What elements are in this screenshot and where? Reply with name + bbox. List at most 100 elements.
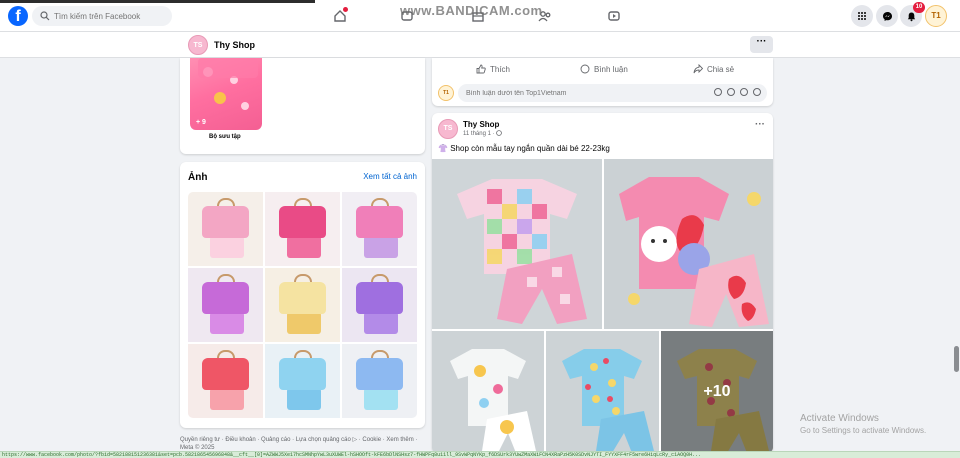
shorts-illustration [364, 388, 398, 410]
page-scrollbar[interactable] [953, 58, 960, 451]
notification-count-badge: 10 [913, 2, 925, 13]
commenter-avatar: T1 [438, 85, 454, 101]
comment-icon [580, 64, 590, 74]
shirt-illustration [202, 282, 249, 314]
photos-grid [188, 192, 417, 418]
more-photos-overlay[interactable]: +10 [661, 331, 773, 453]
white-pajama-illustration [432, 331, 544, 453]
shorts-illustration [364, 312, 398, 334]
scrollbar-thumb[interactable] [954, 346, 959, 372]
home-notification-dot [343, 7, 348, 12]
page-more-button[interactable]: ··· [750, 36, 773, 53]
search-box[interactable] [32, 6, 172, 26]
post-photo-5[interactable]: +10 [661, 331, 773, 453]
video-nav-button[interactable] [602, 4, 626, 28]
activate-title: Activate Windows [800, 413, 879, 424]
hanger-illustration [216, 350, 235, 358]
shirt-illustration [356, 282, 403, 314]
footer-links[interactable]: Quyền riêng tư · Điều khoản · Quảng cáo … [180, 436, 425, 452]
comment-button[interactable]: Bình luận [580, 64, 628, 74]
search-input[interactable] [54, 11, 164, 21]
window-edge-strip [0, 0, 315, 3]
hanger-illustration [293, 198, 312, 206]
post-author-name[interactable]: Thy Shop [463, 120, 499, 129]
photo-tile[interactable] [342, 268, 417, 342]
sticker-icon[interactable] [753, 88, 761, 96]
account-avatar[interactable]: T1 [925, 5, 947, 27]
hanger-illustration [293, 274, 312, 282]
strawberry-pajama-illustration [604, 159, 773, 329]
menu-button[interactable] [851, 5, 873, 27]
post-more-button[interactable]: ··· [755, 119, 765, 130]
globe-icon [496, 130, 503, 136]
photo-tile[interactable] [188, 344, 263, 418]
photo-tile[interactable] [342, 344, 417, 418]
feed-post: TS Thy Shop 11 tháng 1 · ··· 👚 Shop còn … [432, 113, 773, 453]
post-text: 👚 Shop còn mẫu tay ngắn quần dài bé 22-2… [438, 144, 610, 153]
like-button[interactable]: Thích [476, 64, 510, 74]
post-photo-3[interactable] [432, 331, 544, 453]
page-header-bar: TS Thy Shop ··· [0, 32, 960, 58]
post-author-avatar[interactable]: TS [438, 119, 458, 139]
share-icon [693, 64, 703, 74]
comment-tools [714, 88, 761, 96]
blue-pajama-illustration [546, 331, 659, 453]
shorts-illustration [210, 236, 244, 258]
messenger-button[interactable] [876, 5, 898, 27]
post-photo-1[interactable] [432, 159, 602, 329]
page-avatar[interactable]: TS [188, 35, 208, 55]
shirt-illustration [356, 358, 403, 390]
photos-section-title: Ảnh [188, 172, 208, 183]
collection-thumbnail[interactable]: + 9 [190, 58, 262, 130]
link-preview-status-bar: https://www.facebook.com/photo/?fbid=582… [0, 451, 960, 458]
comment-composer: T1 [438, 84, 767, 102]
photo-tile[interactable] [265, 192, 340, 266]
grid-menu-icon [858, 12, 866, 20]
photo-tile[interactable] [188, 192, 263, 266]
shirt-illustration [279, 358, 326, 390]
collection-count: + 9 [196, 119, 206, 126]
shirt-illustration [279, 282, 326, 314]
like-label: Thích [490, 64, 511, 74]
hanger-illustration [216, 274, 235, 282]
page-title[interactable]: Thy Shop [214, 40, 255, 50]
messenger-icon [882, 11, 892, 21]
photo-tile[interactable] [265, 344, 340, 418]
search-icon [40, 11, 50, 21]
checkered-pajama-illustration [432, 159, 602, 329]
emoji-icon[interactable] [727, 88, 735, 96]
post-time-text: 11 tháng 1 · [463, 131, 497, 137]
photo-tile[interactable] [342, 192, 417, 266]
comment-label: Bình luận [594, 64, 628, 74]
shorts-illustration [287, 312, 321, 334]
shorts-illustration [210, 312, 244, 334]
shorts-illustration [364, 236, 398, 258]
share-button[interactable]: Chia sẻ [693, 64, 734, 74]
top-navigation-bar: f www.BANDICAM.com 10 T1 [0, 0, 960, 32]
shirt-illustration [202, 358, 249, 390]
home-nav-button[interactable] [328, 4, 352, 28]
shorts-illustration [287, 388, 321, 410]
facebook-logo[interactable]: f [8, 6, 28, 26]
camera-icon[interactable] [740, 88, 748, 96]
photo-tile[interactable] [265, 268, 340, 342]
windows-activation-notice: Activate Windows Go to Settings to activ… [800, 413, 926, 435]
recording-watermark: www.BANDICAM.com [400, 3, 543, 18]
post-photo-4[interactable] [546, 331, 659, 453]
collection-label[interactable]: Bộ sưu tập [209, 134, 241, 140]
photo-tile[interactable] [188, 268, 263, 342]
post-timestamp[interactable]: 11 tháng 1 · [463, 130, 503, 137]
post-caption: Shop còn mẫu tay ngắn quần dài bé 22-23k… [450, 144, 610, 153]
hanger-illustration [216, 198, 235, 206]
shirt-emoji-icon: 👚 [438, 144, 448, 153]
collection-card: + 9 Bộ sưu tập [180, 58, 425, 154]
previous-post-actions: Thích Bình luận Chia sẻ T1 [432, 58, 773, 106]
hanger-illustration [370, 274, 389, 282]
hanger-illustration [293, 350, 312, 358]
hanger-illustration [370, 198, 389, 206]
notifications-button[interactable]: 10 [900, 2, 925, 27]
avatar-sticker-icon[interactable] [714, 88, 722, 96]
shorts-illustration [287, 236, 321, 258]
see-all-photos-link[interactable]: Xem tất cả ảnh [363, 172, 417, 181]
post-photo-2[interactable] [604, 159, 773, 329]
